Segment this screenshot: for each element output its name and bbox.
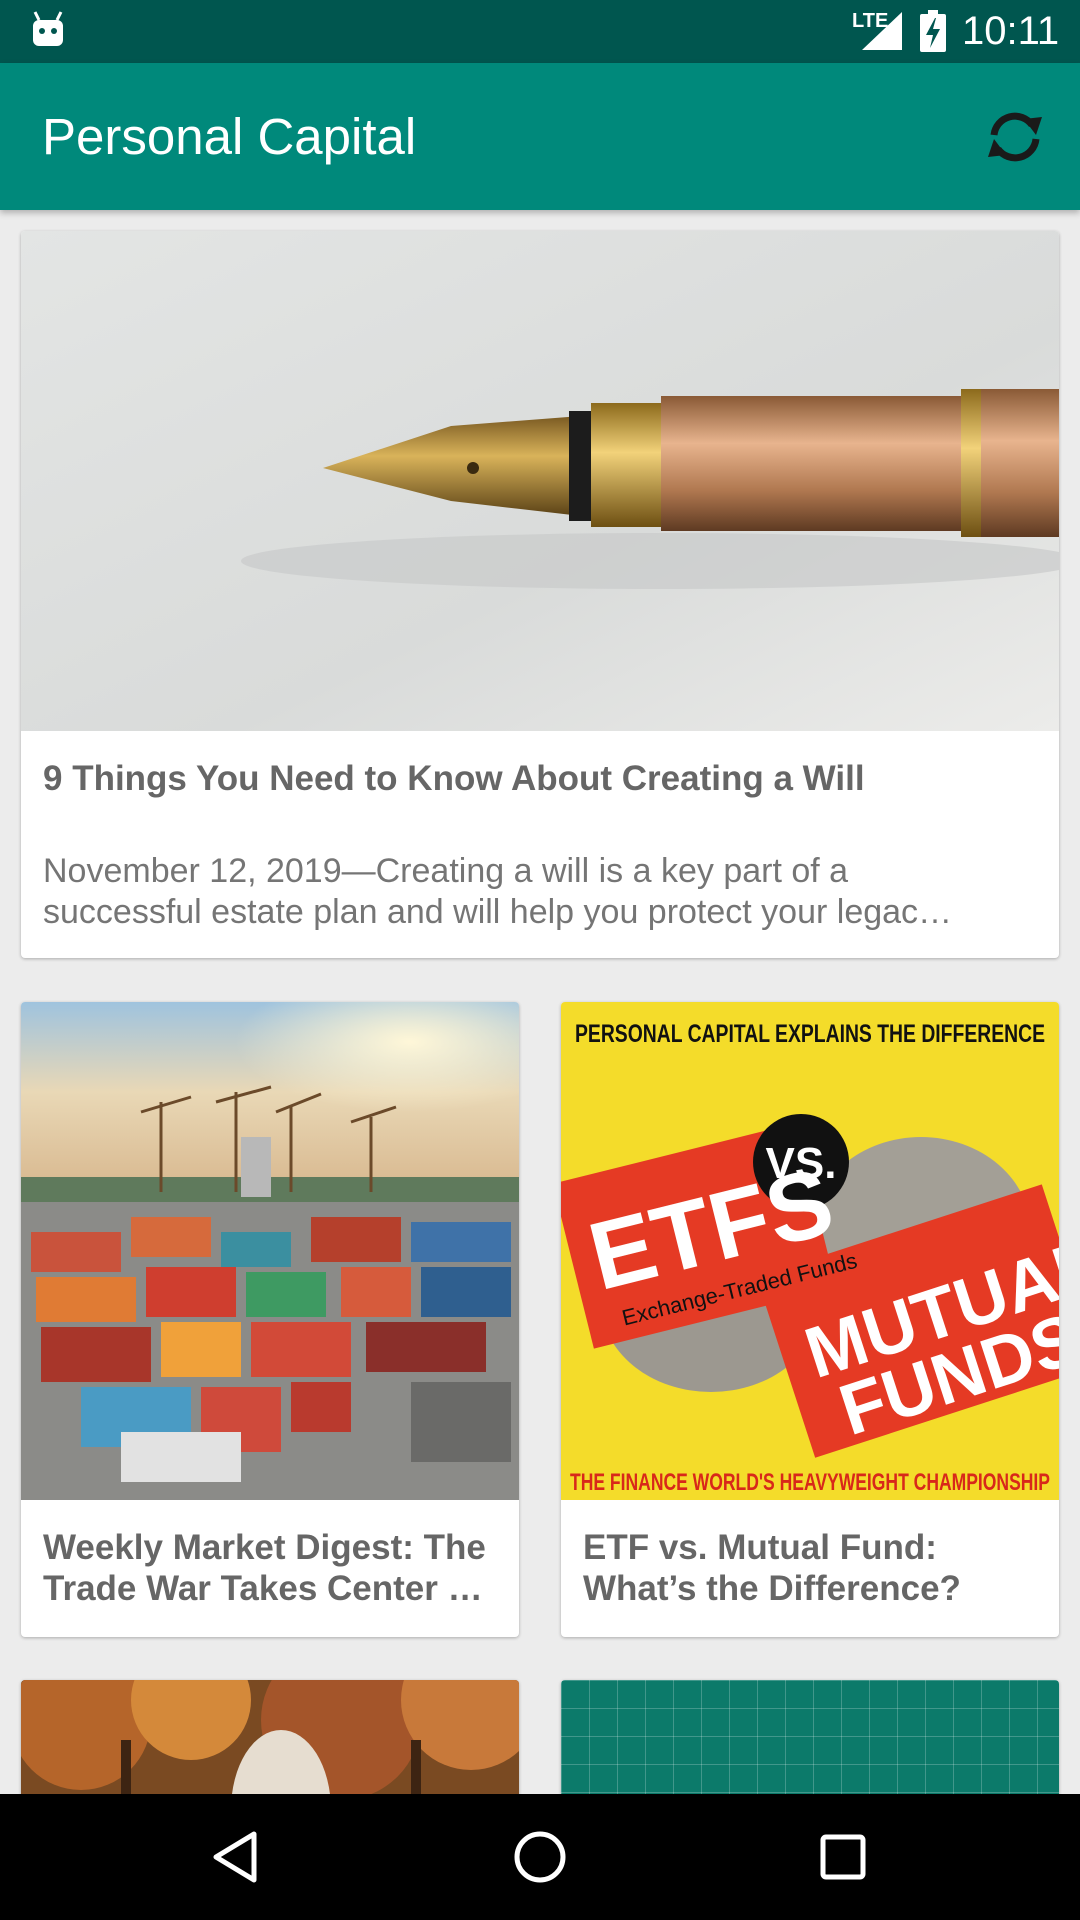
clock: 10:11 xyxy=(962,9,1060,53)
article-card-market-digest[interactable]: Weekly Market Digest: The Trade War Take… xyxy=(21,1002,519,1637)
etf-image-bottom-text: THE FINANCE WORLD'S HEAVYWEIGHT CHAMPION… xyxy=(570,1469,1050,1496)
fountain-pen-image xyxy=(21,231,1059,731)
article-card-featured[interactable]: 9 Things You Need to Know About Creating… xyxy=(21,231,1059,958)
app-title: Personal Capital xyxy=(42,108,417,165)
battery-charging-icon xyxy=(920,10,946,52)
article-title-line2: Trade War Takes Center … xyxy=(43,1569,483,1608)
article-title-line2: What’s the Difference? xyxy=(583,1569,961,1608)
article-title-line1: ETF vs. Mutual Fund: xyxy=(583,1528,937,1567)
back-icon[interactable] xyxy=(202,1822,272,1892)
article-snippet-line2: successful estate plan and will help you… xyxy=(43,893,953,931)
signal-icon xyxy=(862,12,902,50)
etf-vs-mutual-funds-image: VS. PERSONAL CAPITAL EXPLAINS THE DIFFER… xyxy=(561,1002,1059,1500)
home-icon[interactable] xyxy=(505,1822,575,1892)
navigation-bar xyxy=(0,1794,1080,1920)
article-title: 9 Things You Need to Know About Creating… xyxy=(43,759,865,798)
refresh-icon[interactable] xyxy=(986,111,1044,163)
recents-icon[interactable] xyxy=(808,1822,878,1892)
article-card-etf-vs-mutual-fund[interactable]: VS. PERSONAL CAPITAL EXPLAINS THE DIFFER… xyxy=(561,1002,1059,1637)
app-bar: Personal Capital xyxy=(0,63,1080,210)
article-snippet-line1: November 12, 2019—Creating a will is a k… xyxy=(43,852,849,890)
article-title-line1: Weekly Market Digest: The xyxy=(43,1528,486,1567)
etf-image-top-text: PERSONAL CAPITAL EXPLAINS THE DIFFERENCE xyxy=(575,1020,1045,1048)
shipping-containers-image xyxy=(21,1002,519,1500)
android-icon xyxy=(33,11,63,46)
status-bar: LTE 10:11 xyxy=(0,0,1080,63)
